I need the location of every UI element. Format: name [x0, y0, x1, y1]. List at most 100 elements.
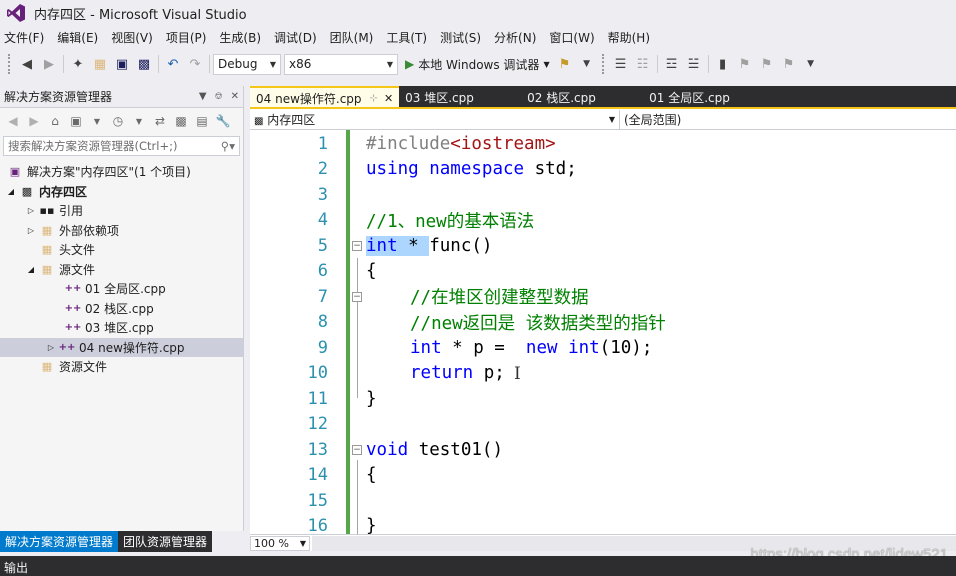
- title-bar: 内存四区 - Microsoft Visual Studio: [0, 0, 956, 26]
- collapse-region-icon[interactable]: −: [352, 292, 362, 302]
- save-icon[interactable]: ▣: [111, 53, 133, 75]
- menu-build[interactable]: 生成(B): [215, 29, 270, 46]
- menu-project[interactable]: 项目(P): [162, 29, 216, 46]
- tree-item-external-deps[interactable]: ▷ ▦ 外部依赖项: [0, 221, 243, 241]
- code-line: 1 #include<iostream>: [250, 131, 956, 157]
- menu-analyze[interactable]: 分析(N): [490, 29, 545, 46]
- menu-help[interactable]: 帮助(H): [604, 29, 659, 46]
- collapsed-arrow-icon[interactable]: ▷: [24, 206, 38, 215]
- window-title: 内存四区 - Microsoft Visual Studio: [34, 7, 247, 23]
- uncomment-icon[interactable]: ☱: [683, 53, 705, 75]
- pin-icon[interactable]: ⊹: [370, 93, 378, 104]
- line-number: 15: [307, 490, 328, 511]
- clear-bookmarks-icon[interactable]: ⚑: [778, 53, 800, 75]
- project-scope-dropdown[interactable]: ▩ 内存四区 ▼: [250, 109, 620, 129]
- comment-icon[interactable]: ☲: [661, 53, 683, 75]
- home-icon[interactable]: ⌂: [46, 112, 64, 130]
- next-bookmark-icon[interactable]: ⚑: [756, 53, 778, 75]
- collapse-region-icon[interactable]: −: [352, 445, 362, 455]
- open-file-icon[interactable]: ▦: [89, 53, 111, 75]
- code-line: 4 //1、new的基本语法: [250, 208, 956, 234]
- switch-views-icon[interactable]: ▣: [67, 112, 85, 130]
- tree-item-resource-files[interactable]: ▦ 资源文件: [0, 357, 243, 377]
- format-icon[interactable]: ☰: [610, 53, 632, 75]
- solution-platform-select[interactable]: x86 ▼: [284, 53, 398, 75]
- code-editor[interactable]: 1 #include<iostream> 2 using namespace s…: [250, 130, 956, 534]
- solution-explorer-search-input[interactable]: 搜索解决方案资源管理器(Ctrl+;) ⚲▾: [3, 136, 240, 156]
- forward-navigation-icon[interactable]: ▶: [38, 53, 60, 75]
- folder-icon: ▦: [41, 360, 53, 374]
- menu-tools[interactable]: 工具(T): [382, 29, 436, 46]
- tab-solution-explorer[interactable]: 解决方案资源管理器: [0, 531, 119, 552]
- tab-01-global[interactable]: 01 全局区.cpp: [643, 86, 771, 108]
- show-all-files-icon[interactable]: ▤: [193, 112, 211, 130]
- debugger-label: 本地 Windows 调试器: [418, 57, 540, 72]
- tab-team-explorer[interactable]: 团队资源管理器: [118, 531, 213, 552]
- menu-view[interactable]: 视图(V): [107, 29, 162, 46]
- menu-team[interactable]: 团队(M): [326, 29, 383, 46]
- expanded-arrow-icon[interactable]: ◢: [24, 265, 38, 274]
- sync-icon[interactable]: ⇄: [151, 112, 169, 130]
- tab-03-heap[interactable]: 03 堆区.cpp: [399, 86, 521, 108]
- new-project-icon[interactable]: ✦: [67, 53, 89, 75]
- pending-changes-filter-icon[interactable]: ◷: [109, 112, 127, 130]
- toolbar-overflow-icon[interactable]: ▼: [576, 53, 598, 75]
- tree-item-file[interactable]: ++ 03 堆区.cpp: [0, 318, 243, 338]
- code-line: 10 return p; I: [250, 361, 956, 387]
- previous-bookmark-icon[interactable]: ⚑: [734, 53, 756, 75]
- chevron-down-icon[interactable]: ▼: [88, 112, 106, 130]
- collapsed-arrow-icon[interactable]: ▷: [44, 343, 58, 352]
- menu-test[interactable]: 测试(S): [436, 29, 490, 46]
- properties-icon[interactable]: 🔧: [214, 112, 232, 130]
- chevron-down-icon[interactable]: ▼: [130, 112, 148, 130]
- member-scope-dropdown[interactable]: (全局范围): [620, 110, 956, 129]
- menu-file[interactable]: 文件(F): [0, 29, 53, 46]
- external-dependencies-icon: ▦: [41, 223, 53, 237]
- menu-debug[interactable]: 调试(D): [270, 29, 326, 46]
- back-icon[interactable]: ◀: [4, 112, 22, 130]
- solution-tree: ▣ 解决方案"内存四区"(1 个项目) ◢ ▩ 内存四区 ▷ ▪▪ 引用 ▷ ▦…: [0, 158, 243, 377]
- close-icon[interactable]: ✕: [384, 92, 393, 105]
- toolbar-grip[interactable]: [8, 54, 12, 74]
- tree-item-header-files[interactable]: ▦ 头文件: [0, 240, 243, 260]
- chevron-down-icon: ▼: [386, 59, 393, 69]
- collapse-all-icon[interactable]: ▩: [172, 112, 190, 130]
- tree-item-project[interactable]: ◢ ▩ 内存四区: [0, 182, 243, 202]
- search-icon[interactable]: ⚲▾: [221, 139, 235, 153]
- tree-item-source-files[interactable]: ◢ ▦ 源文件: [0, 260, 243, 280]
- tab-04-new-operator[interactable]: 04 new操作符.cpp ⊹ ✕: [250, 86, 400, 108]
- tree-item-file-selected[interactable]: ▷ ++ 04 new操作符.cpp: [0, 337, 243, 357]
- tab-02-stack[interactable]: 02 栈区.cpp: [521, 86, 643, 108]
- tree-item-file[interactable]: ++ 02 栈区.cpp: [0, 299, 243, 319]
- output-tab[interactable]: 输出: [4, 559, 28, 576]
- menu-window[interactable]: 窗口(W): [545, 29, 603, 46]
- text-cursor-icon: I: [514, 363, 521, 384]
- zoom-level-select[interactable]: 100 % ▼: [250, 535, 310, 551]
- back-navigation-icon[interactable]: ◀: [16, 53, 38, 75]
- collapse-region-icon[interactable]: −: [352, 241, 362, 251]
- collapsed-arrow-icon[interactable]: ▷: [24, 226, 38, 235]
- chevron-down-icon[interactable]: ▼: [543, 60, 549, 69]
- standard-toolbar: ◀ ▶ ✦ ▦ ▣ ▩ ↶ ↷ Debug ▼ x86 ▼ ▶ 本地 Windo…: [0, 49, 956, 79]
- tree-item-solution[interactable]: ▣ 解决方案"内存四区"(1 个项目): [0, 162, 243, 182]
- pin-icon[interactable]: ⎊: [215, 91, 223, 102]
- close-icon[interactable]: ✕: [231, 91, 239, 102]
- menu-edit[interactable]: 编辑(E): [53, 29, 107, 46]
- save-all-icon[interactable]: ▩: [133, 53, 155, 75]
- undo-icon[interactable]: ↶: [162, 53, 184, 75]
- forward-icon[interactable]: ▶: [25, 112, 43, 130]
- tree-item-references[interactable]: ▷ ▪▪ 引用: [0, 201, 243, 221]
- toolbar-overflow-icon[interactable]: ▼: [800, 53, 822, 75]
- window-position-icon[interactable]: ▼: [199, 91, 207, 102]
- line-number: 6: [317, 261, 328, 282]
- start-debugging-button[interactable]: ▶ 本地 Windows 调试器 ▼: [401, 53, 554, 75]
- outdent-icon[interactable]: ☷: [632, 53, 654, 75]
- bookmark-icon[interactable]: ▮: [712, 53, 734, 75]
- tree-item-file[interactable]: ++ 01 全局区.cpp: [0, 279, 243, 299]
- find-icon[interactable]: ⚑: [554, 53, 576, 75]
- solution-configuration-select[interactable]: Debug ▼: [213, 53, 281, 75]
- cpp-file-icon: ++: [64, 283, 82, 295]
- line-number: 16: [307, 516, 328, 534]
- expanded-arrow-icon[interactable]: ◢: [4, 187, 18, 196]
- redo-icon[interactable]: ↷: [184, 53, 206, 75]
